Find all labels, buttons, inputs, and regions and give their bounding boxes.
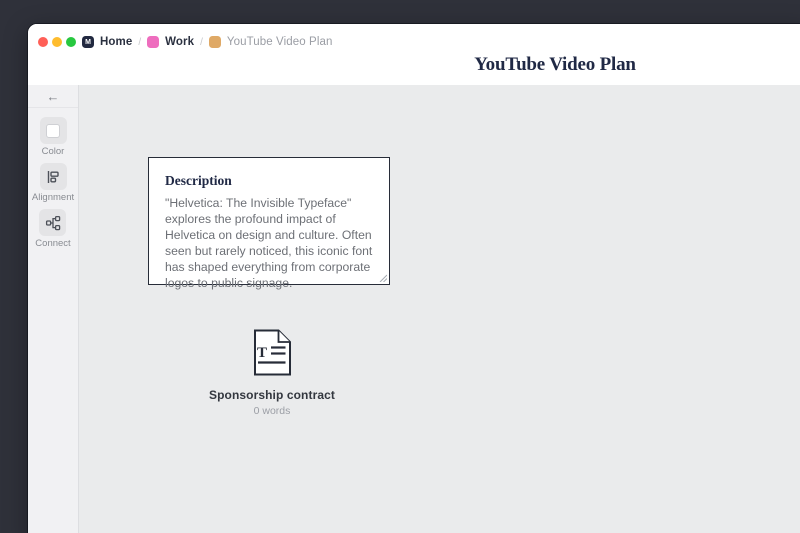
- alignment-icon: [40, 163, 67, 190]
- board-icon: [147, 36, 159, 48]
- tool-label: Connect: [35, 238, 70, 249]
- document-card-sponsorship-contract[interactable]: T Sponsorship contract 0 words: [187, 328, 357, 417]
- document-letter: T: [257, 345, 267, 361]
- breadcrumb-separator: /: [138, 37, 141, 48]
- color-swatch-icon: [40, 117, 67, 144]
- white-swatch: [46, 124, 60, 138]
- app-body: ← Color: [28, 85, 800, 533]
- toolbar-sidebar: ← Color: [28, 85, 79, 533]
- document-word-count: 0 words: [254, 405, 291, 417]
- breadcrumb-label: Work: [165, 36, 194, 48]
- desktop-background: M Home / Work / YouTube Video Plan YouTu…: [0, 0, 800, 533]
- back-arrow-icon: ←: [47, 90, 60, 103]
- zoom-button[interactable]: [66, 37, 76, 47]
- resize-handle[interactable]: [378, 273, 387, 282]
- tool-label: Color: [42, 146, 65, 157]
- tool-connect[interactable]: Connect: [35, 209, 70, 249]
- titlebar: M Home / Work / YouTube Video Plan YouTu…: [28, 24, 800, 85]
- note-body: "Helvetica: The Invisible Typeface" expl…: [165, 195, 373, 291]
- connect-icon: [39, 209, 66, 236]
- back-button[interactable]: ←: [28, 85, 78, 108]
- tool-label: Alignment: [32, 192, 74, 203]
- page-title[interactable]: YouTube Video Plan: [474, 54, 635, 76]
- breadcrumb-item-work[interactable]: Work: [147, 36, 194, 48]
- document-title: Sponsorship contract: [209, 388, 335, 402]
- minimize-button[interactable]: [52, 37, 62, 47]
- breadcrumb-item-home[interactable]: M Home: [82, 36, 132, 48]
- tool-alignment[interactable]: Alignment: [32, 163, 74, 203]
- tool-list: Color Alignment: [28, 108, 78, 255]
- tool-color[interactable]: Color: [40, 117, 67, 157]
- milanote-logo-icon: M: [82, 36, 94, 48]
- breadcrumb-label: Home: [100, 36, 132, 48]
- text-document-icon: T: [248, 328, 297, 377]
- note-title: Description: [165, 173, 373, 189]
- breadcrumb: M Home / Work / YouTube Video Plan: [82, 34, 332, 50]
- app-window: M Home / Work / YouTube Video Plan YouTu…: [28, 24, 800, 533]
- breadcrumb-label: YouTube Video Plan: [227, 36, 333, 48]
- breadcrumb-item-current[interactable]: YouTube Video Plan: [209, 36, 333, 48]
- window-controls: [38, 37, 76, 47]
- close-button[interactable]: [38, 37, 48, 47]
- breadcrumb-separator: /: [200, 37, 203, 48]
- note-card-description[interactable]: Description "Helvetica: The Invisible Ty…: [148, 157, 390, 285]
- board-canvas[interactable]: Description "Helvetica: The Invisible Ty…: [79, 85, 800, 533]
- board-icon: [209, 36, 221, 48]
